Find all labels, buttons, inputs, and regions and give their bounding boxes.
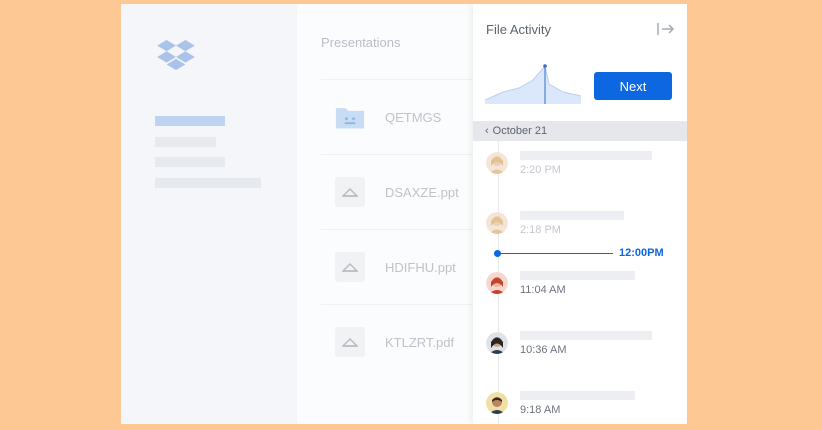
avatar[interactable] bbox=[486, 332, 508, 354]
file-name: KTLZRT.pdf bbox=[385, 334, 455, 350]
file-icon bbox=[335, 327, 365, 357]
date-navigator[interactable]: ‹ October 21 bbox=[473, 121, 687, 141]
activity-sparkline bbox=[485, 64, 581, 104]
collapse-panel-icon[interactable] bbox=[657, 22, 675, 36]
avatar[interactable] bbox=[486, 272, 508, 294]
file-name: DSAXZE.ppt bbox=[385, 184, 459, 200]
current-time-dot bbox=[494, 250, 501, 257]
activity-description bbox=[520, 211, 624, 220]
sidebar-nav-item[interactable] bbox=[155, 137, 216, 147]
file-name: HDIFHU.ppt bbox=[385, 259, 456, 275]
files-title: Presentations bbox=[321, 35, 401, 50]
avatar[interactable] bbox=[486, 152, 508, 174]
file-list: Presentations QETMGS DSAXZE.ppt HDIFHU.p… bbox=[297, 4, 501, 424]
date-label: October 21 bbox=[492, 125, 548, 137]
sidebar-nav-item[interactable] bbox=[155, 157, 225, 167]
activity-description bbox=[520, 271, 635, 280]
activity-time: 9:18 AM bbox=[520, 404, 561, 416]
activity-description bbox=[520, 391, 635, 400]
activity-description bbox=[520, 151, 652, 160]
panel-title: File Activity bbox=[486, 22, 552, 37]
dropbox-logo-icon[interactable] bbox=[157, 40, 195, 72]
activity-time: 2:20 PM bbox=[520, 164, 561, 176]
activity-time: 10:36 AM bbox=[520, 344, 567, 356]
app-window: Presentations QETMGS DSAXZE.ppt HDIFHU.p… bbox=[121, 4, 687, 424]
sidebar bbox=[121, 4, 297, 424]
file-icon bbox=[335, 252, 365, 282]
activity-time: 2:18 PM bbox=[520, 224, 561, 236]
avatar[interactable] bbox=[486, 392, 508, 414]
chevron-left-icon[interactable]: ‹ bbox=[485, 125, 489, 137]
current-time-label: 12:00PM bbox=[619, 247, 664, 259]
folder-icon bbox=[335, 102, 365, 132]
file-activity-panel: File Activity Next ‹ October 21 2:20 PM bbox=[473, 4, 687, 424]
file-icon bbox=[335, 177, 365, 207]
sidebar-nav-item[interactable] bbox=[155, 178, 261, 188]
file-name: QETMGS bbox=[385, 109, 442, 125]
activity-time: 11:04 AM bbox=[520, 284, 566, 296]
next-button[interactable]: Next bbox=[594, 72, 672, 100]
activity-description bbox=[520, 331, 652, 340]
avatar[interactable] bbox=[486, 212, 508, 234]
sidebar-nav-item-active[interactable] bbox=[155, 116, 225, 126]
current-time-line bbox=[497, 253, 613, 254]
